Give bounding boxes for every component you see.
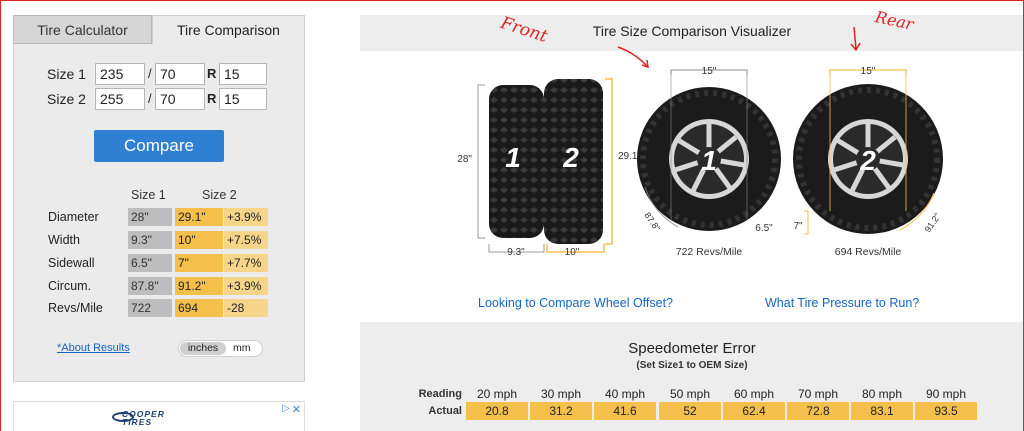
speedometer-title: Speedometer Error <box>628 340 756 357</box>
wheel-offset-link[interactable]: Looking to Compare Wheel Offset? <box>478 296 673 310</box>
results-size-1-value: 9.3" <box>128 231 172 249</box>
wheel-2-number: 2 <box>859 145 876 176</box>
tire-2-height-bracket <box>605 78 613 245</box>
wheel-2-revs-label: 694 Revs/Mile <box>835 246 902 258</box>
size-2-rim-input[interactable]: 15 <box>219 88 267 110</box>
speedometer-actual: 41.6 <box>594 402 656 420</box>
results-size-2-value: 91.2" <box>175 277 223 295</box>
ad-banner[interactable]: COOPER TIRES ▷ ✕ <box>13 401 305 431</box>
size-2-width-input[interactable]: 255 <box>95 88 145 110</box>
wheel-1-sidewall-label: 6.5" <box>755 223 773 234</box>
compare-button[interactable]: Compare <box>94 130 224 162</box>
tab-bar: Tire Calculator Tire Comparison <box>13 15 305 44</box>
front-arrow-icon <box>617 46 649 68</box>
results-size-1-value: 87.8" <box>128 277 172 295</box>
results-head-size-1: Size 1 <box>131 188 166 202</box>
wheel-2-rim-label: 15" <box>861 66 876 77</box>
size-1-label: Size 1 <box>47 66 86 82</box>
speedometer-actual: 20.8 <box>466 402 528 420</box>
results-size-1-value: 6.5" <box>128 254 172 272</box>
size-2-aspect-input[interactable]: 70 <box>155 88 205 110</box>
results-size-2-value: 694 <box>175 299 223 317</box>
wheel-1-revs-label: 722 Revs/Mile <box>676 246 743 258</box>
results-difference: -28 <box>224 299 268 317</box>
size-2-slash: / <box>148 91 152 106</box>
tire-1-tread-number: 1 <box>505 142 521 173</box>
speedometer-actual: 52 <box>659 402 721 420</box>
wheel-1-number: 1 <box>701 145 717 176</box>
speedometer-reading: 90 mph <box>925 387 967 401</box>
size-1-rim-input[interactable]: 15 <box>219 63 267 85</box>
units-inches-option[interactable]: inches <box>180 342 226 355</box>
ad-brand-logo: COOPER TIRES <box>122 410 165 427</box>
tire-1-width-label: 9.3" <box>507 247 525 258</box>
speedometer-reading-label: Reading <box>418 388 462 400</box>
tab-tire-comparison[interactable]: Tire Comparison <box>152 15 305 44</box>
tire-1-height-label: 28" <box>457 154 472 165</box>
results-row-label: Revs/Mile <box>48 301 103 315</box>
tire-pressure-link[interactable]: What Tire Pressure to Run? <box>765 296 919 310</box>
speedometer-actual: 72.8 <box>787 402 849 420</box>
speedometer-reading: 30 mph <box>540 387 582 401</box>
speedometer-reading: 70 mph <box>797 387 839 401</box>
speedometer-actual: 83.1 <box>851 402 913 420</box>
tire-visualizer-graphic: 1 2 28" 29.1" 9.3" 10" 1 15" 87.8" 6.5" … <box>457 26 943 258</box>
results-difference: +3.9% <box>224 277 268 295</box>
results-difference: +7.5% <box>224 231 268 249</box>
results-row-label: Circum. <box>48 279 92 293</box>
tab-tire-calculator[interactable]: Tire Calculator <box>13 15 152 44</box>
tire-2-width-label: 10" <box>565 247 580 258</box>
ad-brand-tires: TIRES <box>122 417 153 427</box>
results-difference: +7.7% <box>224 254 268 272</box>
units-toggle[interactable]: inches mm <box>178 340 263 357</box>
size-1-slash: / <box>148 66 152 81</box>
wheel-2-sidewall-bracket <box>804 210 809 235</box>
results-row-label: Sidewall <box>48 256 95 270</box>
results-size-1-value: 722 <box>128 299 172 317</box>
tire-1-height-bracket <box>477 84 485 239</box>
results-size-1-value: 28" <box>128 208 172 226</box>
speedometer-actual: 62.4 <box>723 402 785 420</box>
speedometer-actual: 31.2 <box>530 402 592 420</box>
speedometer-reading: 40 mph <box>604 387 646 401</box>
results-size-2-value: 10" <box>175 231 223 249</box>
results-row-label: Width <box>48 233 80 247</box>
ad-close-icon[interactable]: ✕ <box>292 403 301 416</box>
speedometer-reading: 50 mph <box>669 387 711 401</box>
size-1-aspect-input[interactable]: 70 <box>155 63 205 85</box>
about-results-link[interactable]: *About Results <box>57 342 130 354</box>
speedometer-actual: 93.5 <box>915 402 977 420</box>
results-size-2-value: 7" <box>175 254 223 272</box>
speedometer-reading: 80 mph <box>861 387 903 401</box>
size-1-width-input[interactable]: 235 <box>95 63 145 85</box>
results-row-label: Diameter <box>48 210 99 224</box>
results-size-2-value: 29.1" <box>175 208 223 226</box>
size-1-r-label: R <box>207 66 217 81</box>
speedometer-subtitle: (Set Size1 to OEM Size) <box>636 360 748 371</box>
wheel-2-circumference-label: 91.2" <box>922 211 942 234</box>
tire-2-tread-number: 2 <box>562 142 579 173</box>
wheel-1-rim-label: 15" <box>702 66 717 77</box>
size-2-label: Size 2 <box>47 91 86 107</box>
rear-arrow-icon <box>853 26 857 50</box>
speedometer-reading: 20 mph <box>476 387 518 401</box>
units-mm-option[interactable]: mm <box>233 342 251 355</box>
speedometer-reading: 60 mph <box>733 387 775 401</box>
size-2-r-label: R <box>207 91 217 106</box>
wheel-1-circumference-label: 87.8" <box>642 210 662 233</box>
adchoices-icon[interactable]: ▷ <box>282 403 290 414</box>
wheel-2-sidewall-label: 7" <box>793 221 803 232</box>
results-head-size-2: Size 2 <box>202 188 237 202</box>
speedometer-actual-label: Actual <box>428 405 462 417</box>
results-difference: +3.9% <box>224 208 268 226</box>
